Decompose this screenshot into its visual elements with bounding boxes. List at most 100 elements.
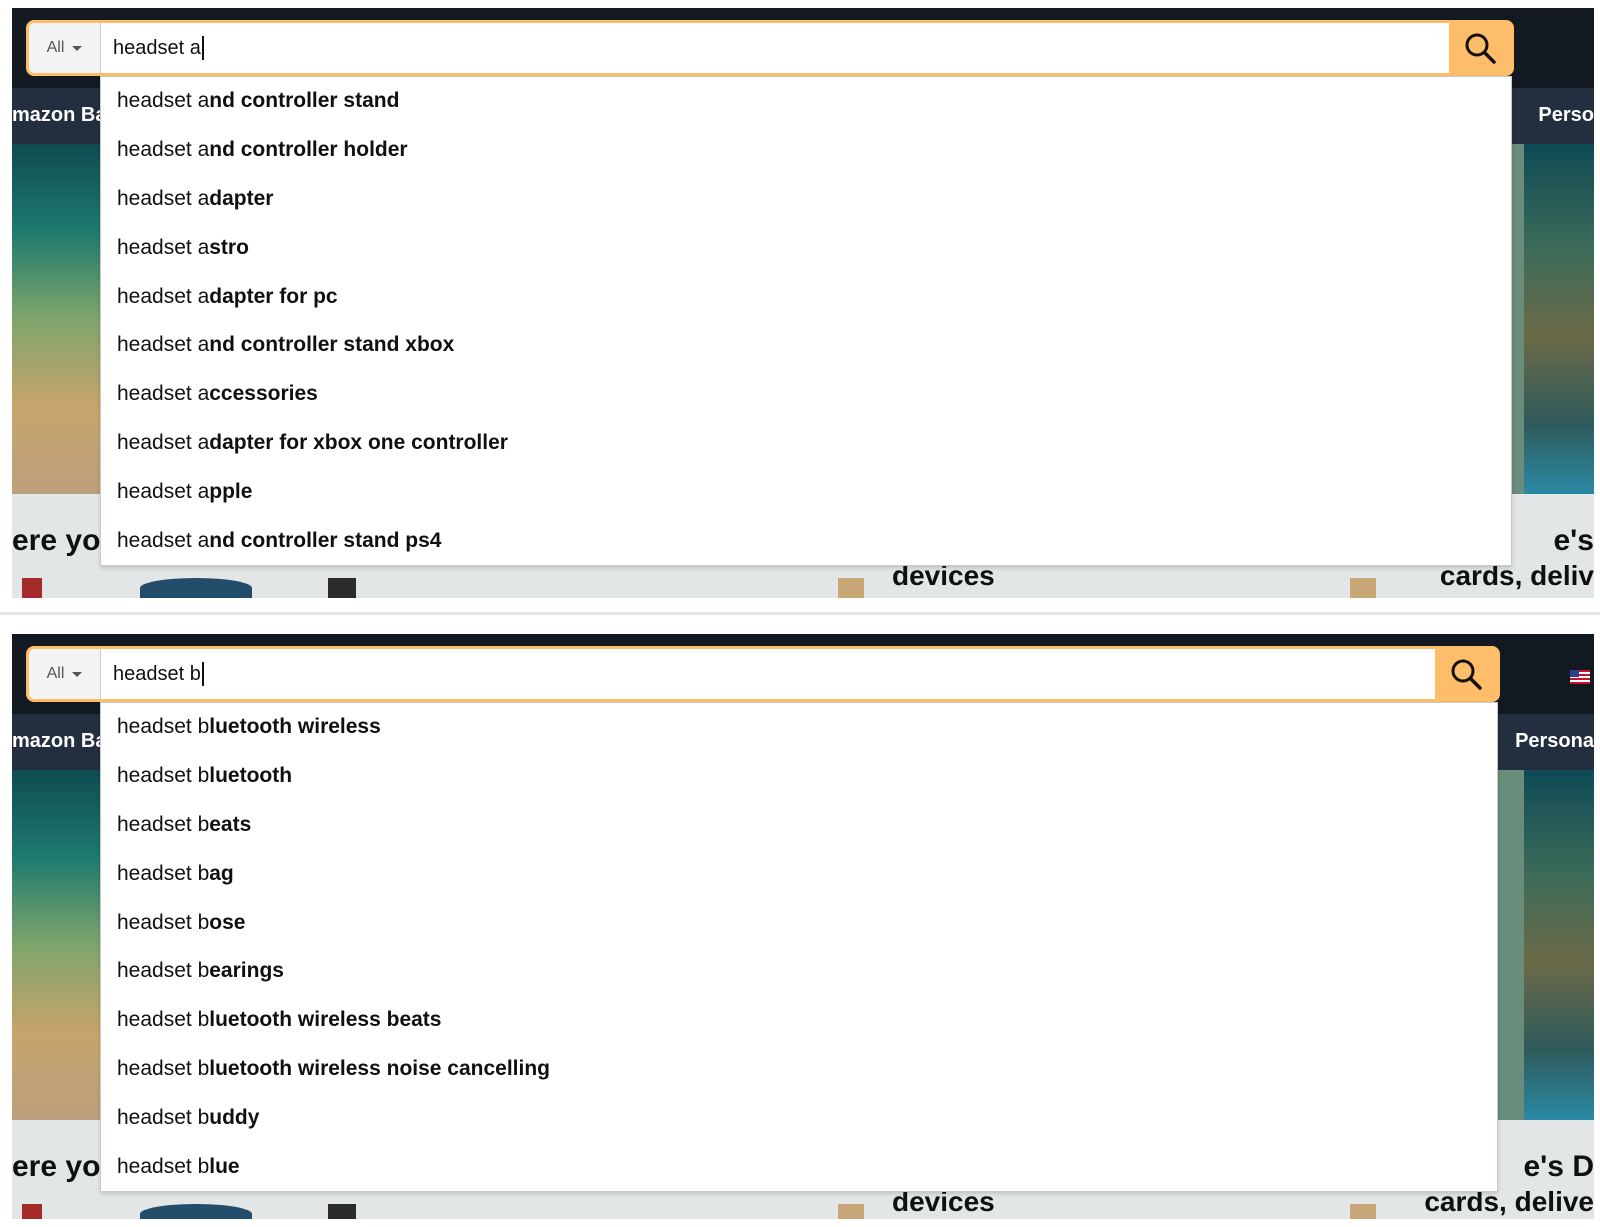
suggestion-typed-prefix: headset a (117, 284, 210, 308)
search-button[interactable] (1449, 23, 1511, 73)
hero-image-right[interactable] (1524, 770, 1594, 1120)
suggestion-item[interactable]: headset b luetooth wireless (101, 703, 1497, 752)
suggestion-typed-prefix: headset a (117, 333, 210, 357)
suggestion-typed-prefix: headset a (117, 430, 210, 454)
suggestion-completion: dapter (209, 186, 274, 210)
suggestion-item[interactable]: headset a dapter for xbox one controller (101, 419, 1511, 468)
search-icon (1451, 659, 1482, 690)
suggestion-completion: stro (209, 235, 249, 259)
screenshot-panel-top: mazon Bas Perso ere yo devices e's cards… (12, 8, 1594, 598)
suggestion-typed-prefix: headset b (117, 861, 210, 885)
suggestion-completion: dapter for xbox one controller (209, 430, 508, 454)
card-heading-left: ere yo (12, 524, 101, 557)
card-image[interactable] (1350, 1204, 1376, 1219)
suggestion-completion: lue (209, 1154, 240, 1178)
screenshot-panel-bottom: mazon Bas Persona ere yo devices e's D c… (12, 634, 1594, 1219)
autocomplete-dropdown: headset b luetooth wireless headset b lueto… (100, 702, 1498, 1192)
suggestion-item[interactable]: headset a ccessories (101, 370, 1511, 419)
caret-down-icon (72, 671, 83, 677)
suggestion-typed-prefix: headset b (117, 764, 210, 788)
suggestion-item[interactable]: headset a nd controller stand (101, 77, 1511, 126)
department-select[interactable]: All (29, 23, 101, 73)
search-bar: All headset b (26, 646, 1500, 702)
suggestion-completion: pple (209, 479, 253, 503)
suggestion-completion: eats (209, 812, 252, 836)
suggestion-item[interactable]: headset a stro (101, 223, 1511, 272)
suggestion-completion: uddy (209, 1105, 260, 1129)
suggestion-typed-prefix: headset b (117, 1056, 210, 1080)
search-query-text: headset a (113, 36, 201, 59)
card-image[interactable] (22, 578, 42, 598)
suggestion-typed-prefix: headset b (117, 715, 210, 739)
suggestion-typed-prefix: headset a (117, 479, 210, 503)
suggestion-completion: nd controller stand ps4 (209, 528, 442, 552)
search-query-text: headset b (113, 662, 201, 685)
suggestion-item[interactable]: headset a nd controller stand ps4 (101, 516, 1511, 565)
suggestion-typed-prefix: headset a (117, 186, 210, 210)
card-image[interactable] (22, 1204, 42, 1219)
suggestion-typed-prefix: headset a (117, 235, 210, 259)
suggestion-typed-prefix: headset a (117, 138, 210, 162)
suggestion-item[interactable]: headset a dapter (101, 175, 1511, 224)
subnav-item-right[interactable]: Perso (1538, 104, 1594, 127)
suggestion-completion: luetooth (209, 764, 293, 788)
card-image[interactable] (140, 1204, 252, 1219)
suggestion-completion: ccessories (209, 382, 318, 406)
text-cursor (201, 36, 204, 60)
search-icon (1465, 33, 1496, 64)
suggestion-completion: dapter for pc (209, 284, 338, 308)
suggestion-item[interactable]: headset a nd controller holder (101, 126, 1511, 175)
suggestion-item[interactable]: headset a pple (101, 467, 1511, 516)
suggestion-item[interactable]: headset b luetooth wireless beats (101, 996, 1497, 1045)
suggestion-completion: luetooth wireless (209, 715, 381, 739)
card-heading-right: e's D (1523, 1150, 1594, 1183)
suggestion-item[interactable]: headset b luetooth (101, 752, 1497, 801)
suggestion-completion: nd controller stand (209, 89, 400, 113)
card-heading-left: ere yo (12, 1150, 101, 1183)
suggestion-completion: nd controller stand xbox (209, 333, 455, 357)
search-button[interactable] (1435, 649, 1497, 699)
suggestion-completion: earings (209, 959, 284, 983)
suggestion-item[interactable]: headset b luetooth wireless noise cancell… (101, 1045, 1497, 1094)
us-flag-icon[interactable] (1570, 670, 1590, 684)
suggestion-item[interactable]: headset b eats (101, 801, 1497, 850)
subnav-item-right[interactable]: Persona (1515, 730, 1594, 753)
card-image[interactable] (328, 578, 356, 598)
suggestion-typed-prefix: headset a (117, 89, 210, 113)
department-label: All (46, 665, 65, 682)
card-heading-right: e's (1553, 524, 1594, 557)
suggestion-item[interactable]: headset b earings (101, 947, 1497, 996)
suggestion-completion: luetooth wireless noise cancelling (209, 1056, 551, 1080)
suggestion-typed-prefix: headset a (117, 382, 210, 406)
suggestion-typed-prefix: headset b (117, 1008, 210, 1032)
suggestion-completion: ose (209, 910, 246, 934)
hero-image-left[interactable] (12, 770, 112, 1120)
suggestion-typed-prefix: headset b (117, 1154, 210, 1178)
suggestion-typed-prefix: headset b (117, 910, 210, 934)
card-image[interactable] (838, 1204, 864, 1219)
suggestion-typed-prefix: headset b (117, 1105, 210, 1129)
text-cursor (201, 662, 204, 686)
search-input[interactable]: headset a (101, 23, 1449, 73)
card-image[interactable] (328, 1204, 356, 1219)
suggestion-typed-prefix: headset b (117, 812, 210, 836)
suggestion-typed-prefix: headset a (117, 528, 210, 552)
hero-image-right[interactable] (1524, 144, 1594, 494)
search-input[interactable]: headset b (101, 649, 1435, 699)
suggestion-item[interactable]: headset b uddy (101, 1093, 1497, 1142)
search-bar: All headset a (26, 20, 1514, 76)
card-image[interactable] (140, 578, 252, 598)
department-select[interactable]: All (29, 649, 101, 699)
card-image[interactable] (1350, 578, 1376, 598)
panel-divider (0, 612, 1600, 615)
suggestion-completion: luetooth wireless beats (209, 1008, 442, 1032)
card-image[interactable] (838, 578, 864, 598)
suggestion-item[interactable]: headset b ose (101, 898, 1497, 947)
caret-down-icon (72, 45, 83, 51)
hero-image-left[interactable] (12, 144, 112, 494)
suggestion-item[interactable]: headset a nd controller stand xbox (101, 321, 1511, 370)
suggestion-item[interactable]: headset a dapter for pc (101, 272, 1511, 321)
autocomplete-dropdown: headset a nd controller stand headset a nd … (100, 76, 1512, 566)
suggestion-item[interactable]: headset b ag (101, 849, 1497, 898)
suggestion-item[interactable]: headset b lue (101, 1142, 1497, 1191)
